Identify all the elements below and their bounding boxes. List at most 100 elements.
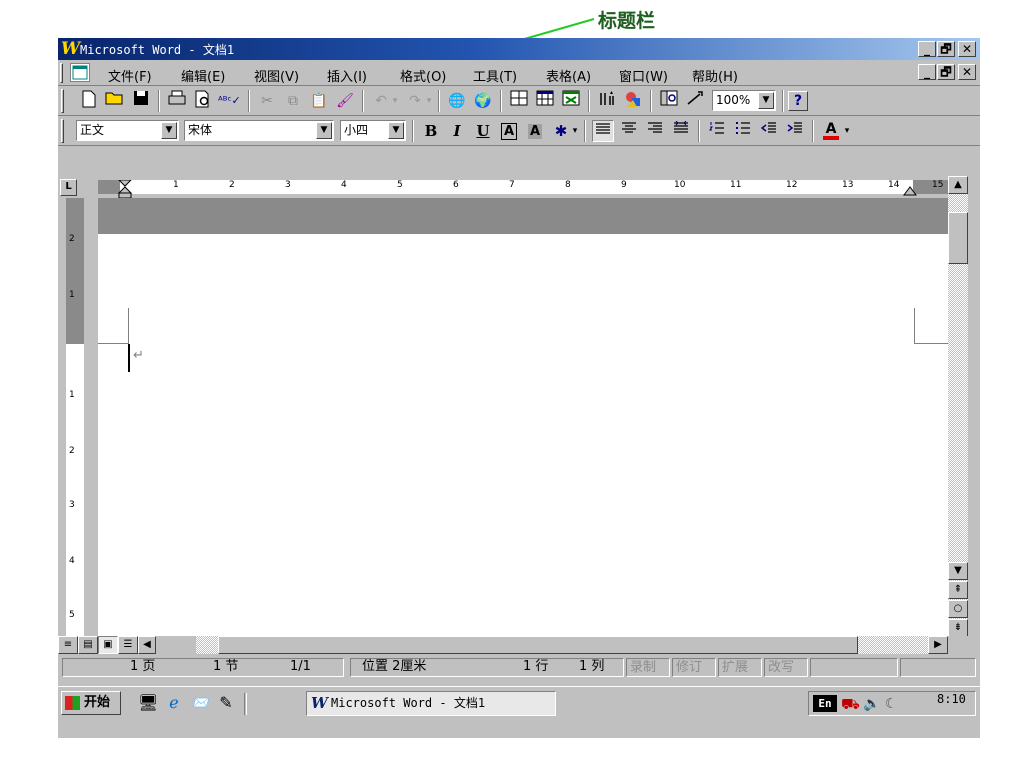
print-preview-icon[interactable] [192, 90, 214, 112]
menubar-grip[interactable] [60, 63, 63, 83]
underline-button[interactable]: U [472, 120, 494, 142]
save-icon[interactable] [130, 90, 152, 112]
restore-button[interactable]: 🗗 [937, 41, 955, 57]
show-hide-icon[interactable] [684, 90, 706, 112]
close-button[interactable]: ✕ [958, 41, 976, 57]
indent-marker-icon[interactable] [118, 180, 134, 198]
chevron-down-icon[interactable]: ▼ [758, 92, 774, 109]
tables-borders-icon[interactable] [508, 90, 530, 112]
chevron-down-icon[interactable]: ▼ [316, 122, 332, 139]
menu-edit[interactable]: 编辑(E) [181, 66, 225, 85]
volume-icon[interactable]: 🔈 [863, 693, 880, 716]
document-area[interactable] [98, 234, 948, 636]
status-ovr[interactable]: 改写 [764, 658, 808, 677]
menu-window[interactable]: 窗口(W) [619, 66, 668, 85]
web-view-icon[interactable]: ▤ [78, 636, 98, 654]
vertical-ruler[interactable]: 2 1 1 2 3 4 5 [58, 198, 98, 636]
font-combo[interactable]: 宋体 ▼ [184, 120, 334, 141]
chevron-down-icon[interactable]: ▼ [161, 122, 177, 139]
document-control-icon[interactable] [70, 63, 90, 82]
status-language[interactable] [810, 658, 898, 677]
chevron-down-icon[interactable]: ▼ [388, 122, 404, 139]
redo-dropdown-icon[interactable]: ▾ [424, 90, 434, 112]
doc-close-button[interactable]: ✕ [958, 64, 976, 80]
align-center-button[interactable] [618, 120, 640, 142]
vertical-scrollbar[interactable]: ▲ ▼ ⇞ ○ ⇟ [948, 176, 968, 637]
status-rec[interactable]: 录制 [626, 658, 670, 677]
menu-help[interactable]: 帮助(H) [692, 66, 738, 85]
menu-insert[interactable]: 插入(I) [327, 66, 367, 85]
minimize-button[interactable]: _ [918, 41, 936, 57]
menu-tools[interactable]: 工具(T) [473, 66, 517, 85]
print-icon[interactable] [166, 90, 188, 112]
office-assistant-icon[interactable]: ? [788, 91, 808, 111]
formatting-toolbar-grip[interactable] [61, 119, 64, 143]
undo-dropdown-icon[interactable]: ▾ [390, 90, 400, 112]
bold-button[interactable]: B [420, 120, 442, 142]
scroll-left-icon[interactable]: ◀ [138, 636, 156, 654]
normal-view-icon[interactable]: ≡ [58, 636, 78, 654]
insert-excel-icon[interactable] [560, 90, 582, 112]
numbering-icon[interactable] [706, 120, 728, 142]
scroll-down-icon[interactable]: ▼ [948, 562, 968, 580]
document-map-icon[interactable] [658, 90, 680, 112]
char-border-button[interactable]: A [498, 120, 520, 142]
insert-table-icon[interactable] [534, 90, 556, 112]
channels-icon[interactable]: ✎ [216, 693, 236, 713]
increase-indent-icon[interactable] [784, 120, 806, 142]
previous-page-icon[interactable]: ⇞ [948, 581, 968, 599]
justify-button[interactable] [592, 120, 614, 142]
right-indent-marker-icon[interactable] [903, 184, 917, 196]
status-spelling[interactable] [900, 658, 976, 677]
status-trk[interactable]: 修订 [672, 658, 716, 677]
task-button-word[interactable]: W Microsoft Word - 文档1 [306, 691, 556, 716]
menu-view[interactable]: 视图(V) [254, 66, 299, 85]
outline-view-icon[interactable]: ☰ [118, 636, 138, 654]
font-size-combo[interactable]: 小四 ▼ [340, 120, 406, 141]
scroll-right-icon[interactable]: ▶ [928, 636, 948, 654]
start-button[interactable]: 开始 [61, 691, 121, 715]
insert-hyperlink-icon[interactable]: 🌐 [446, 90, 468, 112]
horizontal-scroll-thumb[interactable] [218, 636, 858, 654]
paste-icon[interactable]: 📋 [308, 90, 330, 112]
char-shading-button[interactable]: A [524, 120, 546, 142]
standard-toolbar-grip[interactable] [61, 89, 64, 113]
internet-explorer-icon[interactable]: ℯ [164, 693, 184, 713]
page-view-icon[interactable]: ▣ [98, 636, 118, 654]
status-ext[interactable]: 扩展 [718, 658, 762, 677]
doc-restore-button[interactable]: 🗗 [937, 64, 955, 80]
spelling-icon[interactable]: ᴬᴮᶜ✓ [218, 90, 241, 112]
tab-selector-button[interactable]: L [60, 179, 77, 196]
italic-button[interactable]: I [446, 120, 468, 142]
select-browse-object-icon[interactable]: ○ [948, 600, 968, 618]
web-toolbar-icon[interactable]: 🌍 [472, 90, 494, 112]
char-scaling-icon[interactable]: ✱ [550, 120, 572, 142]
zoom-combo[interactable]: 100% ▼ [712, 90, 776, 111]
char-scaling-dropdown-icon[interactable]: ▾ [570, 120, 580, 142]
outlook-icon[interactable]: 📨 [190, 693, 210, 713]
drawing-icon[interactable] [622, 90, 644, 112]
decrease-indent-icon[interactable] [758, 120, 780, 142]
menu-format[interactable]: 格式(O) [400, 66, 446, 85]
network-icon[interactable]: ☾ [885, 693, 898, 716]
open-folder-icon[interactable] [104, 90, 126, 112]
next-page-icon[interactable]: ⇟ [948, 619, 968, 637]
input-method-indicator[interactable]: En [813, 695, 837, 712]
distributed-align-button[interactable] [670, 120, 692, 142]
font-color-button[interactable]: A [820, 120, 842, 142]
copy-icon[interactable]: ⧉ [282, 90, 304, 112]
new-document-icon[interactable] [78, 90, 100, 112]
title-bar[interactable]: W Microsoft Word - 文档1 _ 🗗 ✕ [58, 38, 980, 60]
horizontal-ruler[interactable]: L 1 2 3 4 5 6 7 8 9 10 11 12 13 14 15 [58, 176, 948, 198]
align-right-button[interactable] [644, 120, 666, 142]
cut-icon[interactable]: ✂ [256, 90, 278, 112]
menu-table[interactable]: 表格(A) [546, 66, 591, 85]
redo-icon[interactable]: ↷ [404, 90, 426, 112]
font-color-dropdown-icon[interactable]: ▾ [842, 120, 852, 142]
ime-icon[interactable]: ⛟ [841, 693, 860, 716]
scroll-thumb[interactable] [948, 212, 968, 264]
scroll-up-icon[interactable]: ▲ [948, 176, 968, 194]
format-painter-icon[interactable]: 🖌 [334, 90, 356, 112]
doc-minimize-button[interactable]: _ [918, 64, 936, 80]
style-combo[interactable]: 正文 ▼ [76, 120, 179, 141]
